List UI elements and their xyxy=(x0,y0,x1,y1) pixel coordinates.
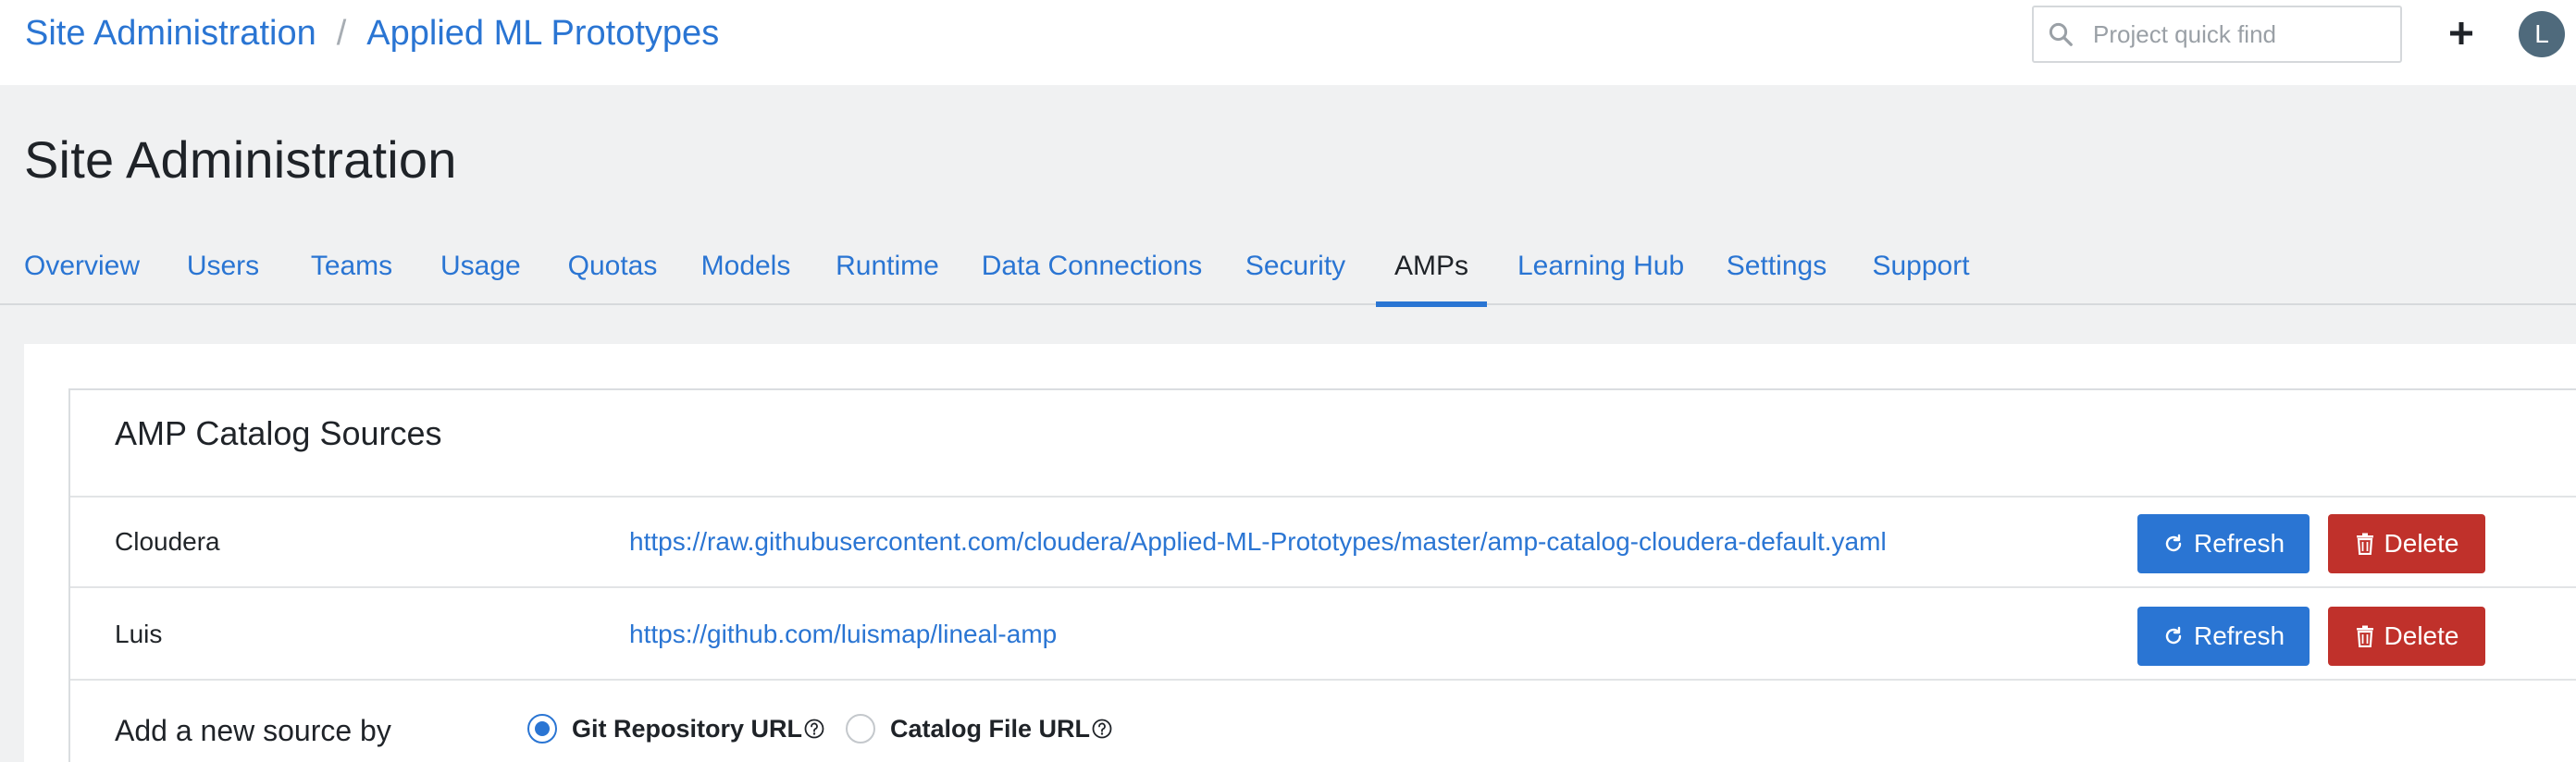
radio-button[interactable] xyxy=(846,714,875,744)
breadcrumb: Site Administration / Applied ML Prototy… xyxy=(25,7,719,59)
source-name: Luis xyxy=(115,620,163,648)
amp-catalog-sources-card: AMP Catalog Sources Cloudera https://raw… xyxy=(68,388,2576,762)
tab-users[interactable]: Users xyxy=(185,239,261,305)
page-title: Site Administration xyxy=(24,130,457,189)
breadcrumb-site-administration[interactable]: Site Administration xyxy=(25,14,316,54)
plus-icon[interactable] xyxy=(2443,13,2480,54)
top-bar: Site Administration / Applied ML Prototy… xyxy=(0,0,2576,85)
tab-support[interactable]: Support xyxy=(1871,239,1971,305)
project-quick-find-input[interactable]: Project quick find xyxy=(2032,6,2402,63)
radio-label: Catalog File URL xyxy=(890,714,1091,743)
refresh-icon xyxy=(2165,534,2182,552)
tab-teams[interactable]: Teams xyxy=(309,239,394,305)
avatar[interactable]: L xyxy=(2519,11,2565,57)
help-icon[interactable] xyxy=(1092,719,1112,739)
tab-models[interactable]: Models xyxy=(700,239,792,305)
content-panel: AMP Catalog Sources Cloudera https://raw… xyxy=(24,344,2576,762)
source-url-link[interactable]: https://github.com/luismap/lineal-amp xyxy=(629,620,1057,649)
breadcrumb-applied-ml-prototypes[interactable]: Applied ML Prototypes xyxy=(366,14,719,54)
tab-runtime[interactable]: Runtime xyxy=(835,239,940,305)
search-icon xyxy=(2049,22,2073,46)
admin-tabs: Overview Users Teams Usage Quotas Models… xyxy=(0,239,2576,307)
trash-icon xyxy=(2356,533,2373,555)
tab-learning-hub[interactable]: Learning Hub xyxy=(1517,239,1684,305)
delete-button[interactable]: Delete xyxy=(2328,607,2485,666)
trash-icon xyxy=(2356,625,2373,647)
radio-catalog-file-url[interactable]: Catalog File URL xyxy=(846,714,1112,744)
table-row: Luis https://github.com/luismap/lineal-a… xyxy=(70,590,2576,681)
tab-amps[interactable]: AMPs xyxy=(1376,239,1487,307)
table-row: Cloudera https://raw.githubusercontent.c… xyxy=(70,498,2576,588)
add-source-label: Add a new source by xyxy=(115,714,391,747)
search-placeholder: Project quick find xyxy=(2093,19,2276,48)
refresh-label: Refresh xyxy=(2193,621,2285,650)
tab-data-connections[interactable]: Data Connections xyxy=(981,239,1203,305)
radio-button-checked[interactable] xyxy=(527,714,557,744)
delete-label: Delete xyxy=(2384,529,2459,558)
radio-label: Git Repository URL xyxy=(572,714,803,743)
tab-usage[interactable]: Usage xyxy=(440,239,521,305)
refresh-label: Refresh xyxy=(2193,529,2285,558)
refresh-button[interactable]: Refresh xyxy=(2137,607,2310,666)
tab-security[interactable]: Security xyxy=(1244,239,1347,305)
source-url-link[interactable]: https://raw.githubusercontent.com/cloude… xyxy=(629,527,1887,557)
source-name: Cloudera xyxy=(115,527,220,556)
tab-settings[interactable]: Settings xyxy=(1725,239,1828,305)
refresh-icon xyxy=(2165,626,2182,645)
tab-quotas[interactable]: Quotas xyxy=(566,239,659,305)
radio-git-repository-url[interactable]: Git Repository URL xyxy=(527,714,824,744)
delete-button[interactable]: Delete xyxy=(2328,514,2485,573)
help-icon[interactable] xyxy=(804,719,824,739)
tab-overview[interactable]: Overview xyxy=(24,239,140,305)
breadcrumb-separator: / xyxy=(336,13,347,53)
refresh-button[interactable]: Refresh xyxy=(2137,514,2310,573)
delete-label: Delete xyxy=(2384,621,2459,650)
card-title: AMP Catalog Sources xyxy=(115,414,442,452)
